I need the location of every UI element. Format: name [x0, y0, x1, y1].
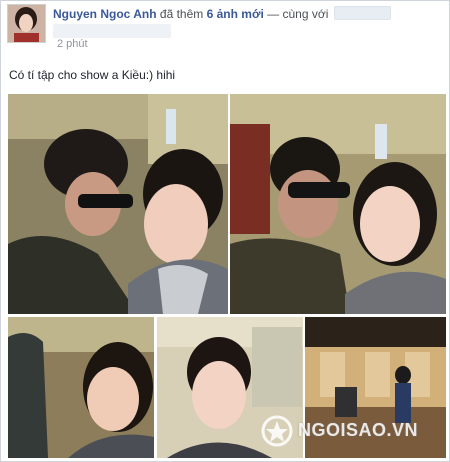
action-text: đã thêm [159, 7, 204, 21]
tagged-friends-blurred [333, 6, 391, 20]
with-text: — cùng với [267, 7, 329, 21]
watermark: NGOISAO.VN [258, 414, 448, 448]
photo-count-link[interactable]: 6 ảnh mới [207, 7, 264, 21]
author-name-link[interactable]: Nguyen Ngoc Anh [53, 7, 157, 21]
author-avatar[interactable] [7, 4, 46, 43]
time-blur [53, 24, 171, 38]
post-caption: Có tí tập cho show a Kiều:) hihi [9, 68, 176, 82]
post-time[interactable]: 2 phút [53, 24, 173, 50]
post-photo-1[interactable] [8, 94, 228, 314]
post-timestamp[interactable]: 2 phút [57, 38, 88, 50]
post-photo-2[interactable] [230, 94, 446, 314]
watermark-text: NGOISAO.VN [298, 420, 419, 440]
photo-1-image [8, 94, 228, 314]
photo-2-image [230, 94, 446, 314]
post-photo-3[interactable] [8, 317, 154, 458]
post-header: Nguyen Ngoc Anh đã thêm 6 ảnh mới — cùng… [53, 6, 391, 21]
star-logo-icon [261, 415, 293, 447]
avatar-image [8, 5, 45, 42]
photo-3-image [8, 317, 154, 458]
